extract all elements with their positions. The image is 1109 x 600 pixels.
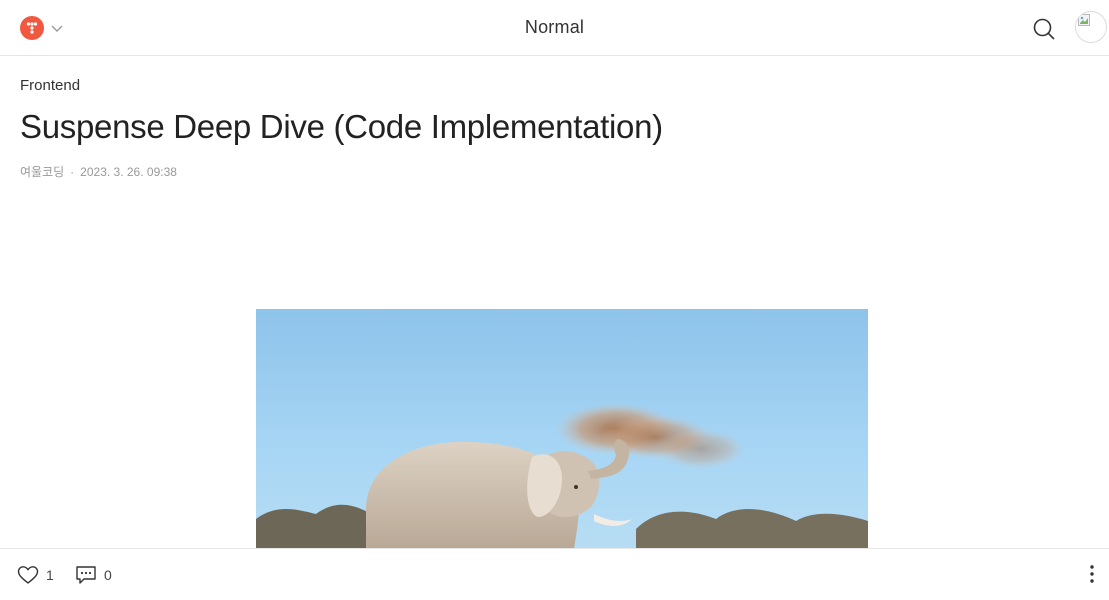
comment-icon [76, 566, 96, 584]
post-date: 2023. 3. 26. 09:38 [80, 165, 177, 179]
bottom-bar: 1 0 [0, 548, 1109, 600]
post-meta: 여울코딩 · 2023. 3. 26. 09:38 [20, 163, 177, 180]
like-button[interactable]: 1 [17, 565, 54, 585]
blog-title[interactable]: Normal [0, 17, 1109, 38]
post-category[interactable]: Frontend [20, 77, 80, 94]
post-title: Suspense Deep Dive (Code Implementation) [20, 108, 663, 145]
search-icon[interactable] [1032, 17, 1056, 41]
top-bar: Normal [0, 0, 1109, 56]
comment-count: 0 [104, 567, 112, 583]
comment-button[interactable]: 0 [75, 565, 112, 585]
post-author[interactable]: 여울코딩 [20, 165, 64, 179]
like-count: 1 [46, 567, 54, 583]
profile-avatar[interactable] [1075, 11, 1107, 43]
post-hero-image [256, 309, 868, 549]
more-vertical-icon[interactable] [1084, 564, 1100, 586]
broken-image-icon [1078, 14, 1090, 26]
meta-separator: · [70, 165, 75, 179]
heart-icon [17, 566, 39, 584]
